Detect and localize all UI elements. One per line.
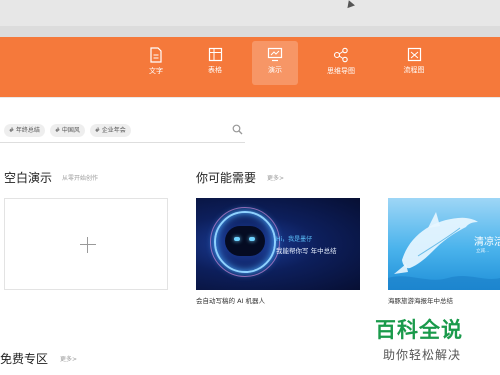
search-tag[interactable]: # 企业年会 bbox=[89, 124, 131, 137]
toolbar-item-label: 表格 bbox=[208, 66, 222, 74]
blank-presentation-card[interactable] bbox=[4, 198, 168, 290]
robot-eye bbox=[234, 237, 240, 241]
poster-title: 清凉活 bbox=[474, 237, 500, 248]
flowchart-icon bbox=[407, 47, 421, 62]
mindmap-icon bbox=[333, 47, 348, 63]
toolbar-item-flowchart[interactable]: 流程图 bbox=[391, 41, 437, 85]
create-toolbar: 文字 表格 演示 思维导图 流程图 bbox=[0, 37, 500, 97]
search-icon[interactable] bbox=[232, 124, 243, 135]
template-card-caption: 会自动写稿的 AI 机器人 bbox=[196, 297, 265, 305]
blank-section-title: 空白演示 bbox=[4, 171, 53, 185]
watermark-logo: 百科全说 助你轻松解决 bbox=[371, 312, 491, 370]
search-tag[interactable]: # 年终总结 bbox=[4, 124, 45, 137]
template-card-dolphin-poster[interactable]: 清凉活 立减... bbox=[388, 198, 500, 290]
robot-eye bbox=[249, 237, 255, 241]
toolbar-item-label: 文字 bbox=[149, 67, 163, 75]
suggest-section-title: 你可能需要 bbox=[196, 171, 257, 185]
ai-card-tagline: 我能帮你写 年中总结 bbox=[276, 247, 337, 255]
free-section-title: 免费专区 bbox=[0, 352, 49, 366]
plus-icon bbox=[80, 244, 96, 245]
search-tags: # 年终总结 # 中国风 # 企业年会 bbox=[4, 124, 131, 137]
search-input-underline bbox=[0, 142, 245, 143]
toolbar-item-table[interactable]: 表格 bbox=[192, 41, 238, 85]
suggest-more-link[interactable]: 更多> bbox=[267, 175, 284, 183]
toolbar-item-label: 思维导图 bbox=[327, 67, 355, 75]
plus-icon-vertical bbox=[87, 237, 88, 253]
toolbar-item-presentation[interactable]: 演示 bbox=[252, 41, 298, 85]
toolbar-item-label: 流程图 bbox=[403, 66, 425, 74]
robot-face-icon bbox=[225, 226, 265, 256]
template-card-ai-robot[interactable]: Hi，我是墨仔 我能帮你写 年中总结 bbox=[196, 198, 360, 290]
document-icon bbox=[150, 47, 162, 63]
presentation-icon bbox=[267, 47, 283, 62]
toolbar-item-label: 演示 bbox=[268, 66, 282, 74]
template-card-caption: 海豚旅游海报年中总结 bbox=[388, 297, 453, 305]
window-top-area bbox=[0, 0, 500, 26]
toolbar-item-mindmap[interactable]: 思维导图 bbox=[318, 41, 364, 85]
window-gap-bar bbox=[0, 26, 500, 37]
search-tag[interactable]: # 中国风 bbox=[49, 124, 85, 137]
toolbar-divider bbox=[0, 97, 500, 98]
free-more-link[interactable]: 更多> bbox=[60, 356, 77, 364]
table-icon bbox=[208, 47, 222, 62]
ai-card-greeting: Hi，我是墨仔 bbox=[276, 236, 313, 243]
toolbar-item-document[interactable]: 文字 bbox=[133, 41, 179, 85]
watermark-title: 百科全说 bbox=[375, 318, 463, 342]
watermark-subtitle: 助你轻松解决 bbox=[383, 348, 462, 362]
poster-subtitle: 立减... bbox=[476, 249, 490, 254]
blank-section-subtitle: 从零开始创作 bbox=[62, 175, 99, 182]
